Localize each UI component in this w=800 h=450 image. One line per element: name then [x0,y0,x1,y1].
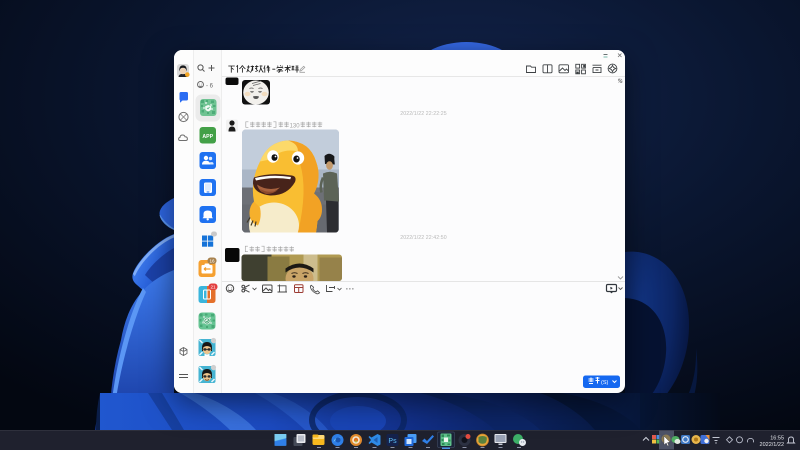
svg-text:21: 21 [210,285,216,290]
svg-text:APP: APP [202,134,213,140]
svg-text:Ps: Ps [388,438,397,445]
svg-text:(S): (S) [601,380,609,386]
svg-text:2022/1/22: 2022/1/22 [760,442,784,448]
svg-text:130: 130 [290,123,301,129]
svg-text:16: 16 [209,259,215,264]
svg-text:- 6: - 6 [206,84,214,90]
svg-text:16:55: 16:55 [770,436,784,442]
